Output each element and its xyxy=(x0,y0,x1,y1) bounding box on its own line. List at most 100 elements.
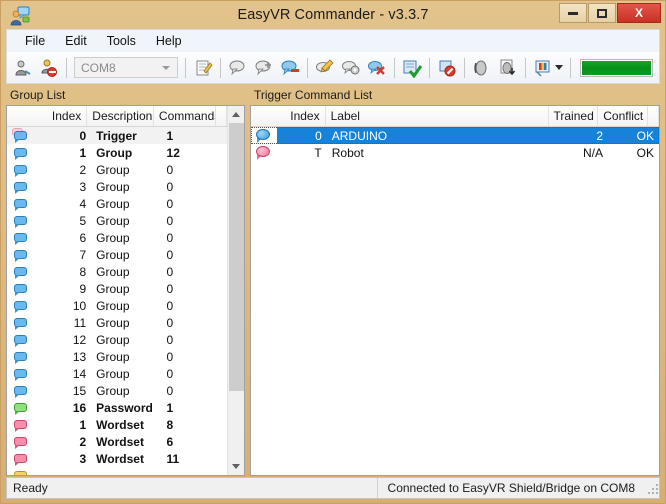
menu-item-edit[interactable]: Edit xyxy=(55,31,97,51)
insert-command-icon[interactable] xyxy=(252,56,276,80)
row-icon-cell xyxy=(7,467,36,475)
table-row[interactable]: 7 Group 0 xyxy=(7,246,227,263)
group-list-view[interactable]: Index Description Commands 0 Trigger 1 1 Gro… xyxy=(6,105,245,476)
row-description: Wordset xyxy=(96,434,144,449)
row-index: 8 xyxy=(79,264,87,279)
table-row[interactable]: 1 Wordset 8 xyxy=(7,416,227,433)
toolbar-separator xyxy=(429,57,430,78)
table-row[interactable]: 13 Group 0 xyxy=(7,348,227,365)
row-commands: 6 xyxy=(166,434,174,449)
menu-bar: File Edit Tools Help xyxy=(6,29,660,52)
resize-grip[interactable] xyxy=(645,478,659,498)
maximize-icon xyxy=(597,8,607,18)
trigger-command-list-view[interactable]: Index Label Trained Conflict 0 ARDUINO 2 OK… xyxy=(250,105,660,476)
column-conflict[interactable]: Conflict xyxy=(598,106,648,126)
title-bar: EasyVR Commander - v3.3.7 X xyxy=(1,1,665,29)
bubble-tail xyxy=(15,462,20,466)
generate-code-icon[interactable] xyxy=(531,56,555,80)
table-row[interactable]: T Robot N/A OK xyxy=(251,144,659,161)
column-trained[interactable]: Trained xyxy=(549,106,599,126)
row-commands: 0 xyxy=(166,332,174,347)
edit-note-icon[interactable] xyxy=(191,56,215,80)
group-bubble-icon xyxy=(12,264,28,279)
column-label[interactable]: Label xyxy=(326,106,549,126)
row-index: 0 xyxy=(79,128,87,143)
table-row[interactable]: 8 Group 0 xyxy=(7,263,227,280)
row-icon-cell xyxy=(7,433,36,450)
scroll-thumb[interactable] xyxy=(228,123,244,391)
table-row[interactable]: 11 Group 0 xyxy=(7,314,227,331)
column-index[interactable]: Index xyxy=(277,106,326,126)
progress-bar-fill xyxy=(582,60,651,75)
command-list-header: Index Label Trained Conflict xyxy=(251,106,659,127)
chevron-down-icon[interactable] xyxy=(555,65,563,70)
row-icon-cell xyxy=(7,416,36,433)
com-port-select[interactable]: COM8 xyxy=(74,57,178,78)
group-bubble-icon xyxy=(12,213,28,228)
scroll-up-button[interactable] xyxy=(227,106,244,123)
erase-training-icon[interactable] xyxy=(435,56,459,80)
close-button[interactable]: X xyxy=(617,3,661,23)
row-commands: 1 xyxy=(166,400,174,415)
group-list-scrollbar[interactable] xyxy=(227,106,244,475)
table-row[interactable]: 0 ARDUINO 2 OK xyxy=(251,127,659,144)
group-bubble-icon xyxy=(12,128,28,143)
command-settings-icon[interactable] xyxy=(339,56,363,80)
group-bubble-icon xyxy=(12,383,28,398)
table-row[interactable]: 2 Wordset 6 xyxy=(7,433,227,450)
table-row[interactable] xyxy=(7,467,227,475)
column-description[interactable]: Description xyxy=(87,106,154,126)
minimize-button[interactable] xyxy=(559,3,587,23)
table-row[interactable]: 15 Group 0 xyxy=(7,382,227,399)
rename-command-icon[interactable] xyxy=(313,56,337,80)
bubble-tail xyxy=(15,224,20,228)
group-bubble-icon xyxy=(12,145,28,160)
download-sound-icon[interactable] xyxy=(496,56,520,80)
menu-item-file[interactable]: File xyxy=(15,31,55,51)
group-bubble-icon xyxy=(12,230,28,245)
row-icon-cell xyxy=(7,127,36,144)
table-row[interactable]: 2 Group 0 xyxy=(7,161,227,178)
row-icon-cell xyxy=(7,450,36,467)
bubble-tail xyxy=(15,428,20,432)
table-row[interactable]: 14 Group 0 xyxy=(7,365,227,382)
row-description: Group xyxy=(96,213,130,228)
menu-item-tools[interactable]: Tools xyxy=(97,31,146,51)
table-row[interactable]: 5 Group 0 xyxy=(7,212,227,229)
scroll-down-button[interactable] xyxy=(227,458,244,475)
table-row[interactable]: 3 Group 0 xyxy=(7,178,227,195)
bubble-tail xyxy=(15,190,20,194)
table-row[interactable]: 6 Group 0 xyxy=(7,229,227,246)
table-row[interactable]: 9 Group 0 xyxy=(7,280,227,297)
column-icon[interactable] xyxy=(7,106,35,126)
table-row[interactable]: 1 Group 12 xyxy=(7,144,227,161)
progress-bar-track xyxy=(580,58,653,77)
group-bubble-icon xyxy=(12,400,28,415)
table-row[interactable]: 16 Password 1 xyxy=(7,399,227,416)
column-commands[interactable]: Commands xyxy=(154,106,216,126)
maximize-button[interactable] xyxy=(588,3,616,23)
chevron-up-icon xyxy=(232,112,240,117)
delete-command-icon[interactable] xyxy=(365,56,389,80)
menu-item-help[interactable]: Help xyxy=(146,31,192,51)
scroll-track[interactable] xyxy=(227,123,244,458)
column-spacer[interactable] xyxy=(216,106,227,126)
disconnect-icon[interactable] xyxy=(37,56,61,80)
row-commands: 1 xyxy=(166,128,174,143)
row-index: 16 xyxy=(72,400,87,415)
train-command-icon[interactable] xyxy=(400,56,424,80)
test-sound-icon[interactable] xyxy=(470,56,494,80)
column-icon[interactable] xyxy=(251,106,277,126)
connect-icon[interactable] xyxy=(11,56,35,80)
column-spacer[interactable] xyxy=(648,106,659,126)
row-commands: 0 xyxy=(166,281,174,296)
table-row[interactable]: 4 Group 0 xyxy=(7,195,227,212)
group-list-panel: Group List Index Description Commands 0T… xyxy=(6,86,245,476)
table-row[interactable]: 3 Wordset 11 xyxy=(7,450,227,467)
column-index[interactable]: Index xyxy=(35,106,88,126)
add-command-icon[interactable] xyxy=(226,56,250,80)
table-row[interactable]: 10 Group 0 xyxy=(7,297,227,314)
remove-command-icon[interactable] xyxy=(278,56,302,80)
table-row[interactable]: 0 Trigger 1 xyxy=(7,127,227,144)
table-row[interactable]: 12 Group 0 xyxy=(7,331,227,348)
